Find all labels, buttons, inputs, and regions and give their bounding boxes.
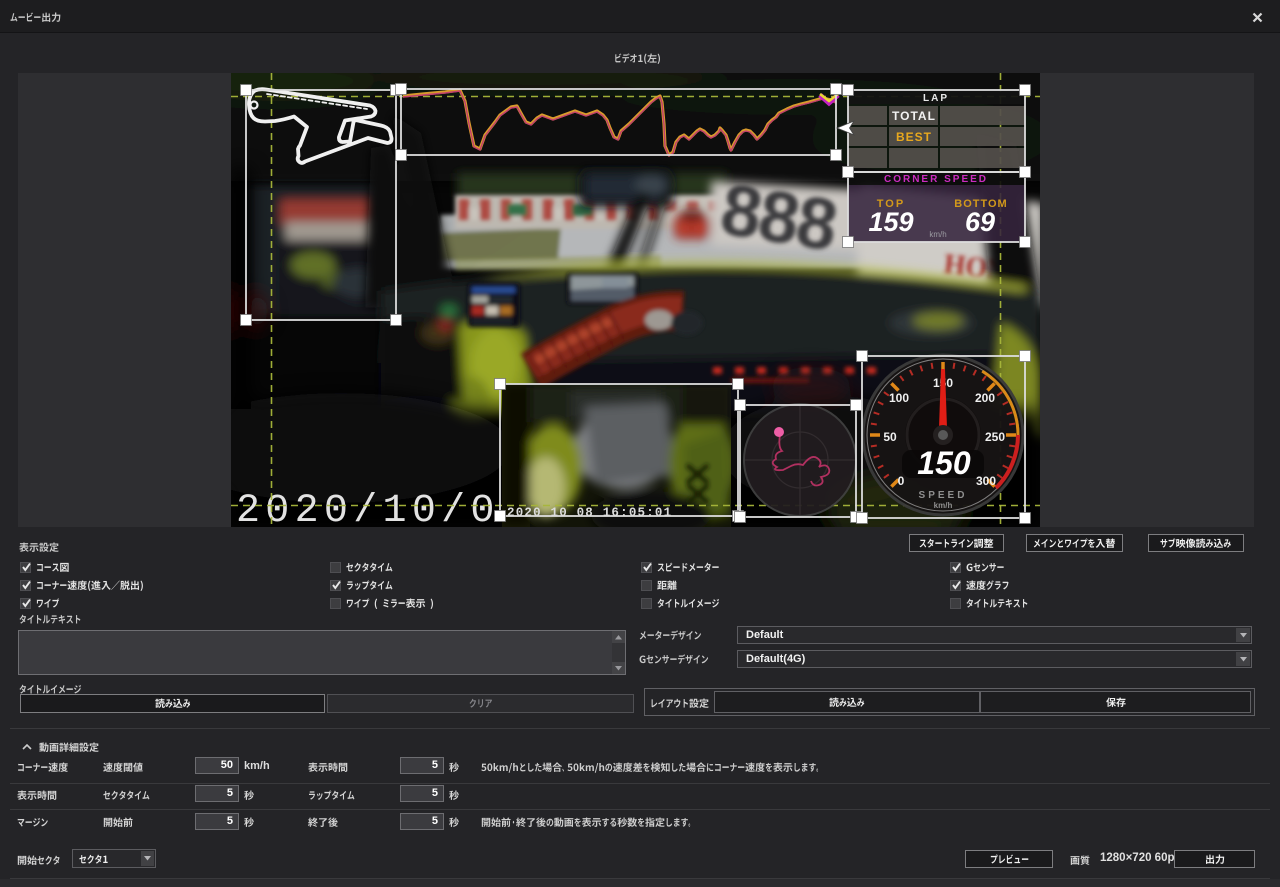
svg-text:250: 250 — [985, 430, 1005, 444]
svg-text:km/h: km/h — [934, 501, 953, 510]
svg-text:2020 10 08 16:05:01: 2020 10 08 16:05:01 — [507, 506, 672, 520]
svg-text:50: 50 — [883, 430, 897, 444]
svg-text:km/h: km/h — [929, 230, 946, 239]
svg-text:300: 300 — [976, 474, 996, 488]
svg-text:159: 159 — [868, 207, 913, 237]
svg-text:100: 100 — [889, 391, 909, 405]
svg-text:SPEED: SPEED — [919, 490, 968, 501]
svg-text:LAP: LAP — [923, 93, 949, 104]
svg-text:0: 0 — [898, 474, 905, 488]
svg-text:TOTAL: TOTAL — [892, 109, 936, 123]
svg-text:BEST: BEST — [896, 130, 932, 144]
svg-text:CORNER SPEED: CORNER SPEED — [884, 174, 988, 185]
svg-text:200: 200 — [975, 391, 995, 405]
svg-text:150: 150 — [917, 445, 971, 481]
svg-text:2020/10/0: 2020/10/0 — [236, 489, 500, 527]
svg-text:69: 69 — [965, 207, 995, 237]
